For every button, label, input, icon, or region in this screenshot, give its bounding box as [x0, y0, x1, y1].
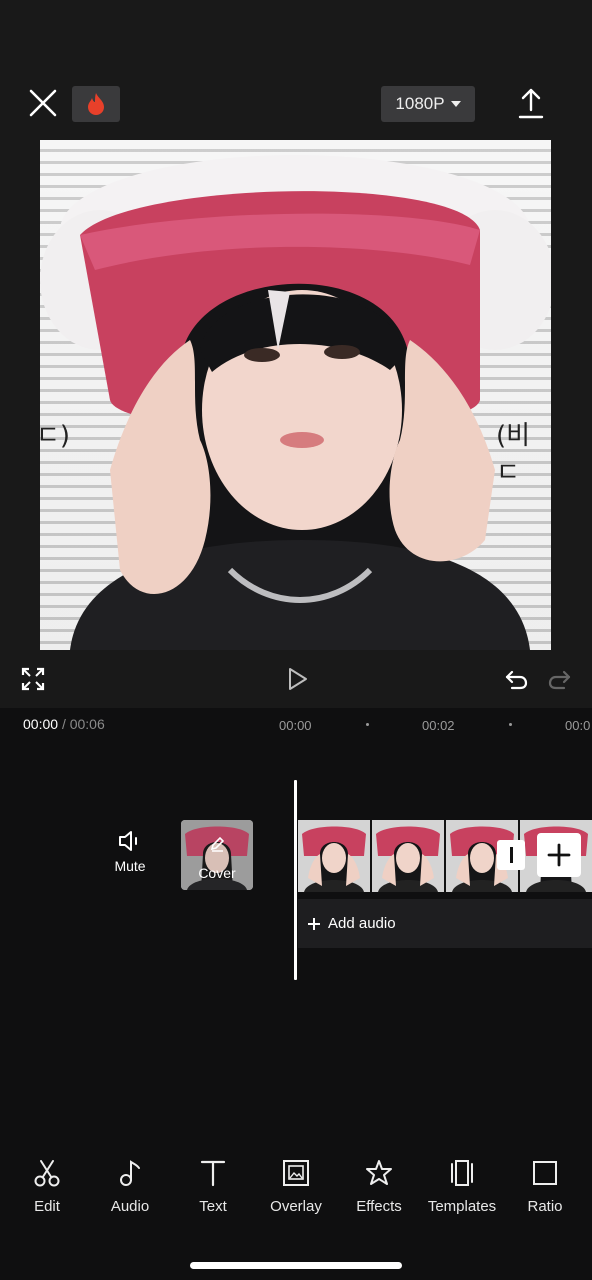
redo-icon[interactable]: [546, 666, 572, 692]
mute-label: Mute: [114, 858, 146, 874]
add-audio-label: Add audio: [328, 915, 396, 932]
mute-button[interactable]: Mute: [106, 830, 154, 874]
ruler-tick-label: 00:02: [422, 718, 455, 733]
music-note-icon: [120, 1160, 140, 1186]
total-duration: 00:06: [69, 716, 105, 732]
clip-trim-handle[interactable]: [497, 840, 525, 870]
speaker-mute-icon: [119, 831, 137, 851]
clip-frame-thumbnail: [372, 820, 446, 892]
clip-frame-thumbnail: [298, 820, 372, 892]
play-icon[interactable]: [284, 666, 310, 692]
fire-icon: [88, 93, 104, 115]
current-time: 00:00: [23, 716, 59, 732]
tool-overlay[interactable]: Overlay: [256, 1158, 336, 1215]
home-indicator[interactable]: [190, 1262, 402, 1269]
video-preview[interactable]: ㄷ) (비ㄷ: [40, 140, 551, 650]
tool-label: Text: [199, 1198, 227, 1215]
plus-icon: [308, 917, 320, 930]
fire-button[interactable]: [72, 86, 120, 122]
time-separator: /: [61, 716, 66, 732]
resolution-dropdown[interactable]: 1080P: [381, 86, 475, 122]
ratio-icon: [533, 1161, 557, 1185]
tool-templates[interactable]: Templates: [422, 1158, 502, 1215]
overlay-icon: [283, 1160, 309, 1186]
ruler-dot: [366, 723, 369, 726]
caret-down-icon: [450, 101, 461, 107]
handle-grip: [509, 847, 513, 863]
tool-edit[interactable]: Edit: [7, 1158, 87, 1215]
tool-label: Audio: [110, 1198, 150, 1215]
resolution-label: 1080P: [395, 94, 445, 113]
playhead[interactable]: [294, 780, 297, 980]
tool-effects[interactable]: Effects: [339, 1158, 419, 1215]
preview-frame-illustration: [40, 155, 551, 650]
plus-icon: [547, 843, 571, 867]
templates-icon: [451, 1160, 473, 1186]
tool-audio[interactable]: Audio: [90, 1158, 170, 1215]
add-audio-button[interactable]: Add audio: [298, 899, 592, 948]
ruler-tick-label: 00:00: [279, 718, 312, 733]
fullscreen-icon[interactable]: [20, 666, 46, 692]
tool-label: Templates: [427, 1198, 497, 1215]
tool-label: Ratio: [527, 1198, 563, 1215]
edit-pencil-icon: [210, 836, 225, 852]
caption-left: ㄷ): [40, 421, 71, 451]
ruler-dot: [509, 723, 512, 726]
effects-star-icon: [366, 1160, 392, 1185]
text-icon: [200, 1160, 226, 1187]
tool-ratio[interactable]: Ratio: [505, 1158, 585, 1215]
timecode: 00:00 / 00:06: [23, 716, 105, 732]
caption-right: (비ㄷ: [496, 421, 531, 488]
export-upload-icon[interactable]: [514, 86, 548, 122]
tool-label: Overlay: [270, 1198, 322, 1215]
cover-label: Cover: [198, 865, 236, 881]
add-clip-button[interactable]: [537, 833, 581, 877]
undo-icon[interactable]: [504, 666, 530, 692]
scissors-icon: [34, 1160, 60, 1187]
cover-button[interactable]: Cover: [181, 820, 253, 890]
tool-label: Edit: [34, 1198, 60, 1215]
tool-text[interactable]: Text: [173, 1158, 253, 1215]
ruler-tick-label: 00:0: [565, 718, 591, 733]
close-icon[interactable]: [26, 86, 60, 120]
tool-label: Effects: [356, 1198, 402, 1215]
